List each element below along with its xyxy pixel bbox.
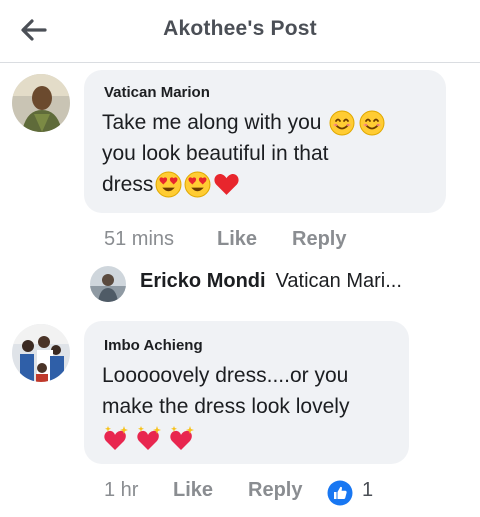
top-bar: Akothee's Post	[0, 0, 480, 63]
like-reaction-icon[interactable]	[327, 480, 353, 506]
reply-avatar[interactable]	[90, 266, 126, 302]
comment-line: Take me along with you	[102, 111, 322, 134]
reply-author[interactable]: Ericko Mondi	[140, 270, 266, 292]
comment-text: Looooovely dress....or you make the dres…	[102, 360, 407, 452]
reply-button[interactable]: Reply	[248, 479, 302, 502]
page-title: Akothee's Post	[163, 17, 317, 40]
reply-preview-text[interactable]: Vatican Mari...	[276, 270, 402, 292]
smiling-face-icon	[359, 110, 385, 135]
comment-timestamp: 1 hr	[104, 479, 139, 501]
comment-line: Looooovely dress....or you	[102, 364, 349, 387]
sparkling-heart-icon	[104, 426, 128, 450]
like-button[interactable]: Like	[217, 228, 257, 251]
heart-eyes-icon	[184, 171, 211, 198]
comment-line: you look beautiful in that	[102, 142, 329, 165]
comment-line: make the dress look lovely	[102, 395, 350, 418]
sparkling-heart-icon	[137, 426, 161, 450]
comment-author[interactable]: Imbo Achieng	[104, 337, 203, 354]
like-button[interactable]: Like	[173, 479, 213, 502]
red-heart-icon	[214, 174, 239, 195]
sparkling-heart-icon	[170, 426, 194, 450]
heart-eyes-icon	[155, 171, 182, 198]
comment-line: dress	[102, 173, 154, 196]
reply-preview[interactable]: Ericko Mondi Vatican Mari...	[140, 270, 402, 293]
reaction-count: 1	[362, 479, 374, 501]
comment-bubble[interactable]: Imbo Achieng Looooovely dress....or you …	[84, 321, 409, 464]
reply-button[interactable]: Reply	[292, 228, 346, 251]
smiling-face-icon	[329, 110, 355, 135]
comment-text: Take me along with you you look beautifu…	[102, 107, 442, 200]
comment-timestamp: 51 mins	[104, 228, 175, 250]
comment-author[interactable]: Vatican Marion	[104, 84, 210, 101]
avatar[interactable]	[12, 74, 70, 132]
avatar[interactable]	[12, 324, 70, 382]
comment-bubble[interactable]: Vatican Marion Take me along with you yo…	[84, 70, 446, 213]
